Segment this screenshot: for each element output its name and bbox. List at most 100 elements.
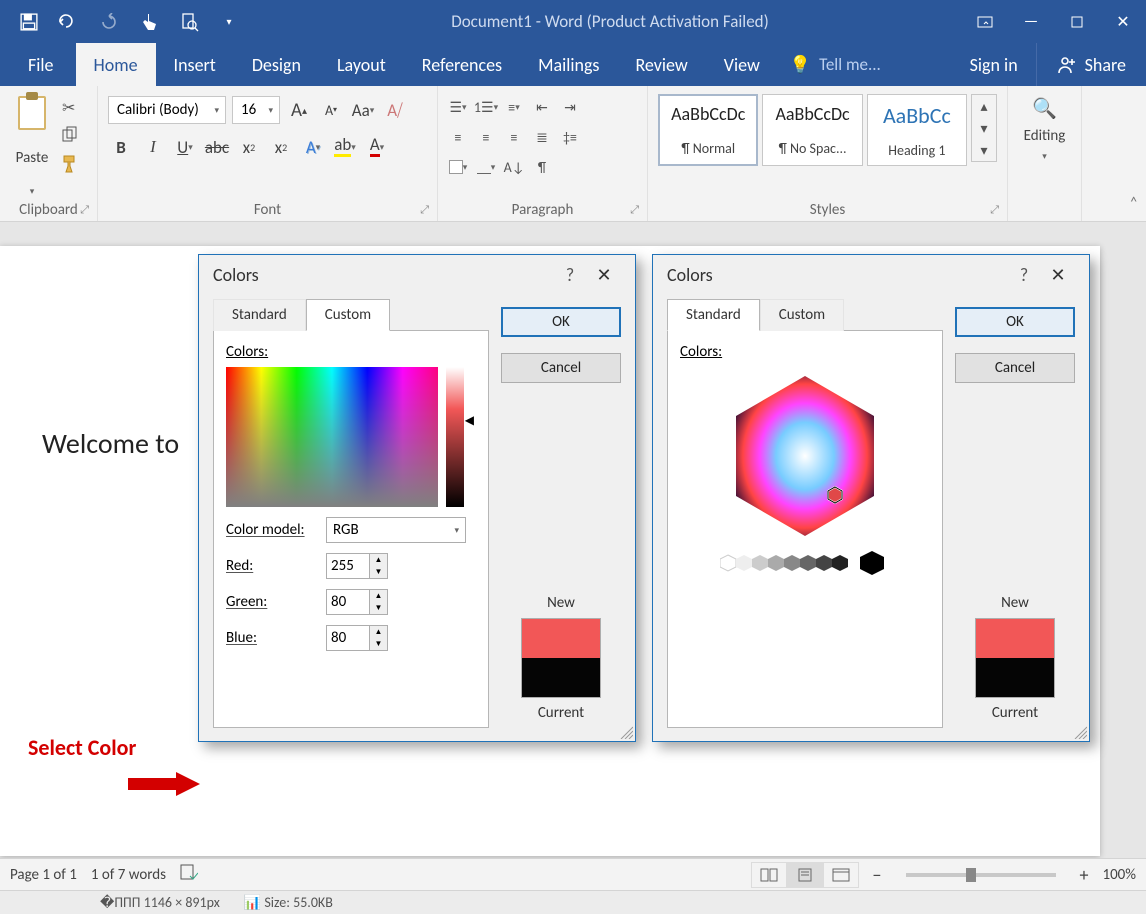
page-indicator[interactable]: Page 1 of 1 [10, 866, 77, 884]
tell-me-search[interactable]: 💡Tell me... [778, 43, 893, 86]
line-spacing-icon[interactable]: ‡≡ [558, 126, 582, 148]
decrease-indent-icon[interactable]: ⇤ [530, 96, 554, 118]
show-marks-icon[interactable]: ¶ [530, 156, 554, 178]
spin-down-icon[interactable]: ▼ [370, 602, 387, 614]
font-color-button[interactable]: A▾ [364, 134, 390, 160]
sign-in-link[interactable]: Sign in [952, 43, 1036, 86]
resize-grip-icon[interactable] [619, 725, 633, 739]
minimize-icon[interactable]: — [1008, 0, 1054, 43]
styles-expand-icon[interactable]: ▾ [972, 139, 996, 161]
zoom-level[interactable]: 100% [1102, 866, 1136, 884]
italic-button[interactable]: I [140, 134, 166, 160]
share-button[interactable]: Share [1036, 43, 1146, 86]
styles-scroll-up-icon[interactable]: ▴ [972, 95, 996, 117]
format-painter-icon[interactable] [62, 155, 78, 178]
sort-icon[interactable]: A↓ [502, 156, 526, 178]
shrink-font-icon[interactable]: A▾ [318, 97, 344, 123]
tab-view[interactable]: View [706, 43, 778, 86]
cut-icon[interactable]: ✂ [62, 98, 78, 118]
superscript-button[interactable]: x2 [268, 134, 294, 160]
tab-standard[interactable]: Standard [667, 299, 760, 331]
underline-button[interactable]: U▾ [172, 134, 198, 160]
zoom-in-button[interactable]: + [1080, 864, 1089, 886]
print-layout-icon[interactable] [787, 862, 823, 888]
tab-custom[interactable]: Custom [760, 299, 844, 331]
multilevel-icon[interactable]: ≡▾ [502, 96, 526, 118]
align-center-icon[interactable]: ≡ [474, 126, 498, 148]
borders-icon[interactable]: ▾ [474, 156, 498, 178]
save-icon[interactable] [14, 7, 44, 37]
tab-references[interactable]: References [404, 43, 520, 86]
luminance-slider[interactable]: ◀ [446, 367, 464, 507]
tab-file[interactable]: File [6, 43, 76, 86]
font-size-combo[interactable]: 16▾ [232, 96, 280, 124]
standard-color-hexagon[interactable] [703, 367, 908, 545]
clipboard-launcher-icon[interactable]: ⤢ [80, 203, 89, 217]
print-preview-icon[interactable] [174, 7, 204, 37]
tab-custom[interactable]: Custom [306, 299, 390, 331]
bullets-icon[interactable]: ☰▾ [446, 96, 470, 118]
copy-icon[interactable] [62, 126, 78, 147]
dialog-close-button[interactable]: ✕ [587, 264, 621, 286]
tab-standard[interactable]: Standard [213, 299, 306, 331]
color-gradient-picker[interactable] [226, 367, 438, 507]
zoom-out-button[interactable]: − [873, 864, 882, 886]
spin-up-icon[interactable]: ▲ [370, 626, 387, 638]
cancel-button[interactable]: Cancel [501, 353, 621, 383]
change-case-icon[interactable]: Aa▾ [350, 97, 376, 123]
blue-input[interactable]: ▲▼ [326, 625, 388, 651]
dialog-close-button[interactable]: ✕ [1041, 264, 1075, 286]
ok-button[interactable]: OK [955, 307, 1075, 337]
maximize-icon[interactable] [1054, 0, 1100, 43]
align-left-icon[interactable]: ≡ [446, 126, 470, 148]
grow-font-icon[interactable]: A▴ [286, 97, 312, 123]
word-count[interactable]: 1 of 7 words [91, 866, 166, 884]
dialog-help-button[interactable]: ? [553, 264, 587, 286]
font-name-combo[interactable]: Calibri (Body)▾ [108, 96, 226, 124]
style-normal[interactable]: AaBbCcDc ¶ Normal [658, 94, 758, 166]
ok-button[interactable]: OK [501, 307, 621, 337]
increase-indent-icon[interactable]: ⇥ [558, 96, 582, 118]
paste-button[interactable]: Paste ▾ [6, 90, 58, 197]
read-mode-icon[interactable] [751, 862, 787, 888]
grayscale-row[interactable] [680, 551, 930, 580]
spin-up-icon[interactable]: ▲ [370, 554, 387, 566]
colormodel-select[interactable]: RGB▾ [326, 517, 466, 543]
undo-icon[interactable] [54, 7, 84, 37]
tab-review[interactable]: Review [617, 43, 705, 86]
spin-down-icon[interactable]: ▼ [370, 638, 387, 650]
tab-insert[interactable]: Insert [156, 43, 234, 86]
touch-mode-icon[interactable] [134, 7, 164, 37]
red-input[interactable]: ▲▼ [326, 553, 388, 579]
strikethrough-button[interactable]: abc [204, 134, 230, 160]
redo-icon[interactable] [94, 7, 124, 37]
text-effects-icon[interactable]: A▾ [300, 134, 326, 160]
bold-button[interactable]: B [108, 134, 134, 160]
styles-scroll-down-icon[interactable]: ▾ [972, 117, 996, 139]
tab-layout[interactable]: Layout [319, 43, 404, 86]
style-heading1[interactable]: AaBbCc Heading 1 [867, 94, 967, 166]
shading-icon[interactable]: ▾ [446, 156, 470, 178]
styles-launcher-icon[interactable]: ⤢ [990, 203, 999, 217]
style-no-spacing[interactable]: AaBbCcDc ¶ No Spac... [762, 94, 862, 166]
clear-formatting-icon[interactable]: A⧸ [382, 97, 408, 123]
close-icon[interactable]: ✕ [1100, 0, 1146, 43]
tab-mailings[interactable]: Mailings [520, 43, 617, 86]
justify-icon[interactable]: ≣ [530, 126, 554, 148]
tab-design[interactable]: Design [234, 43, 319, 86]
dialog-help-button[interactable]: ? [1007, 264, 1041, 286]
ribbon-display-icon[interactable] [962, 0, 1008, 43]
spin-down-icon[interactable]: ▼ [370, 566, 387, 578]
tab-home[interactable]: Home [76, 43, 156, 86]
highlight-button[interactable]: ab▾ [332, 134, 358, 160]
spellcheck-icon[interactable] [180, 864, 198, 885]
subscript-button[interactable]: x2 [236, 134, 262, 160]
find-icon[interactable]: 🔍 [1032, 96, 1057, 121]
zoom-slider[interactable] [906, 873, 1056, 877]
resize-grip-icon[interactable] [1073, 725, 1087, 739]
align-right-icon[interactable]: ≡ [502, 126, 526, 148]
paragraph-launcher-icon[interactable]: ⤢ [630, 203, 639, 217]
numbering-icon[interactable]: 1☰▾ [474, 96, 498, 118]
qat-customize-icon[interactable]: ▾ [214, 7, 244, 37]
spin-up-icon[interactable]: ▲ [370, 590, 387, 602]
